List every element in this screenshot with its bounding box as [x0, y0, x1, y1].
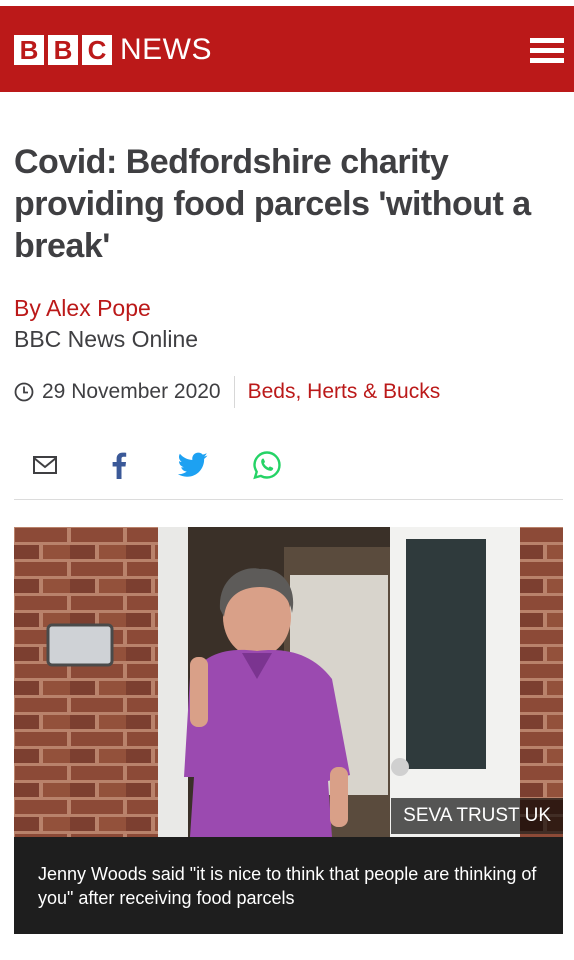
meta-divider: [233, 376, 235, 408]
whatsapp-icon[interactable]: [252, 450, 282, 480]
header-bar: B B C NEWS: [0, 0, 574, 92]
facebook-icon[interactable]: [104, 450, 134, 480]
article-headline: Covid: Bedfordshire charity providing fo…: [14, 143, 531, 265]
logo-letter-b2: B: [48, 35, 78, 65]
image-caption: Jenny Woods said "it is nice to think th…: [14, 837, 563, 934]
photo-illustration: [14, 527, 563, 837]
bbc-news-logo[interactable]: B B C NEWS: [14, 33, 212, 66]
email-icon[interactable]: [30, 450, 60, 480]
clock-icon: [14, 382, 34, 402]
section-link[interactable]: Beds, Herts & Bucks: [248, 380, 441, 404]
byline-organisation: BBC News Online: [14, 326, 199, 352]
image-credit: SEVA TRUST UK: [391, 798, 563, 834]
byline-author: By Alex Pope: [14, 295, 151, 321]
share-tools: [30, 448, 326, 482]
article-date: 29 November 2020: [42, 380, 221, 403]
twitter-icon[interactable]: [178, 450, 208, 480]
header-top-line: [0, 0, 574, 6]
logo-word-news: NEWS: [120, 33, 212, 66]
logo-letter-c: C: [82, 35, 112, 65]
article-photo: SEVA TRUST UK: [14, 527, 563, 837]
hamburger-menu-icon[interactable]: [530, 36, 564, 64]
logo-letter-b1: B: [14, 35, 44, 65]
article-meta: 29 November 2020 Beds, Herts & Bucks: [14, 376, 440, 408]
share-divider: [14, 499, 563, 500]
